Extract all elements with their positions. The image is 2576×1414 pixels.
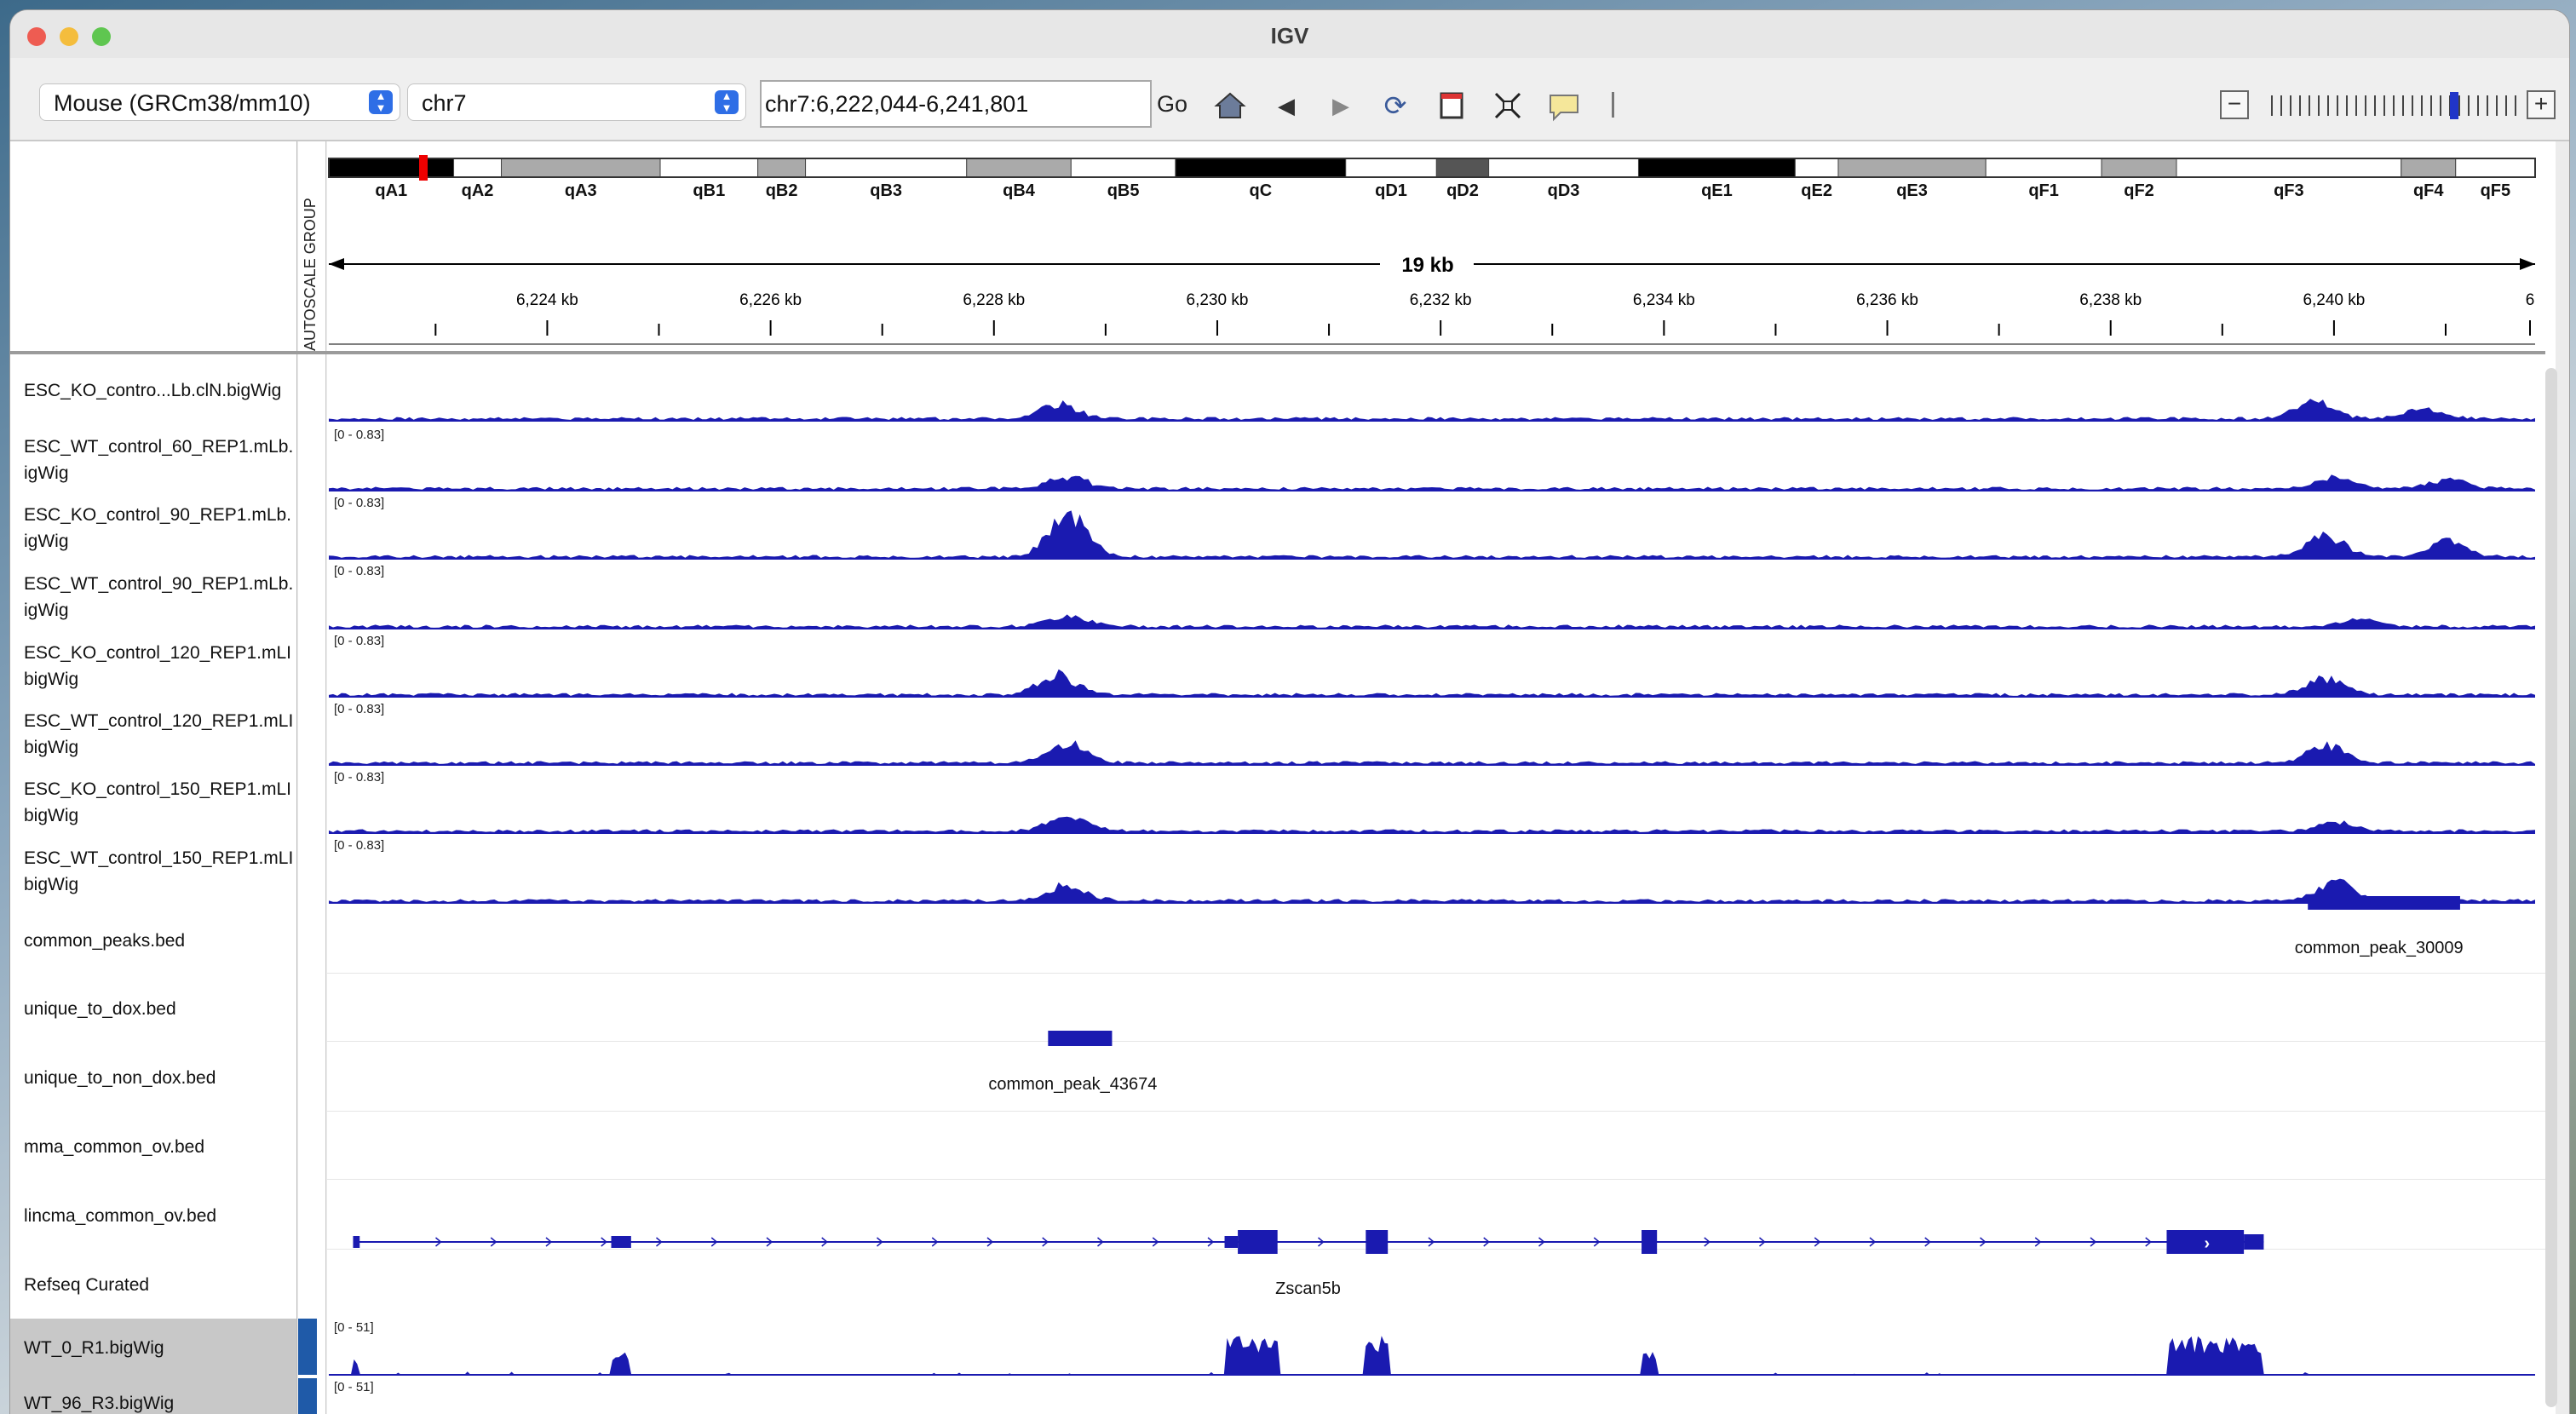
bed-feature[interactable] (2308, 896, 2460, 910)
coverage-signal[interactable] (329, 614, 2535, 629)
vertical-scrollbar[interactable] (2545, 368, 2557, 1407)
igv-window: IGV Mouse (GRCm38/mm10) ▲ ▼ chr7 ▲ ▼ chr7:… (10, 10, 2569, 1414)
signal-tracks: › (329, 399, 2535, 1376)
gene-exon[interactable] (2244, 1234, 2264, 1250)
gene-exon[interactable] (611, 1236, 631, 1248)
coverage-signal[interactable] (329, 399, 2535, 421)
feature-label: common_peak_43674 (988, 1075, 1158, 1094)
coverage-signal[interactable] (329, 474, 2535, 491)
coverage-signal[interactable] (329, 669, 2535, 697)
coverage-signal[interactable] (329, 1336, 2535, 1375)
coverage-signal[interactable] (329, 816, 2535, 833)
bed-feature[interactable] (1048, 1031, 1113, 1046)
gene-exon[interactable] (1224, 1236, 1239, 1248)
gene-exon[interactable] (1642, 1230, 1658, 1254)
gene-exon[interactable] (353, 1236, 360, 1248)
coverage-signal[interactable] (329, 740, 2535, 765)
feature-label: Zscan5b (1275, 1279, 1341, 1298)
feature-label: common_peak_30009 (2294, 939, 2464, 957)
gene-exon[interactable] (1366, 1230, 1389, 1254)
coverage-signal[interactable] (329, 510, 2535, 559)
coverage-signal[interactable] (329, 878, 2535, 903)
strand-arrow-icon: › (2205, 1234, 2211, 1253)
gene-exon[interactable] (1238, 1230, 1278, 1254)
